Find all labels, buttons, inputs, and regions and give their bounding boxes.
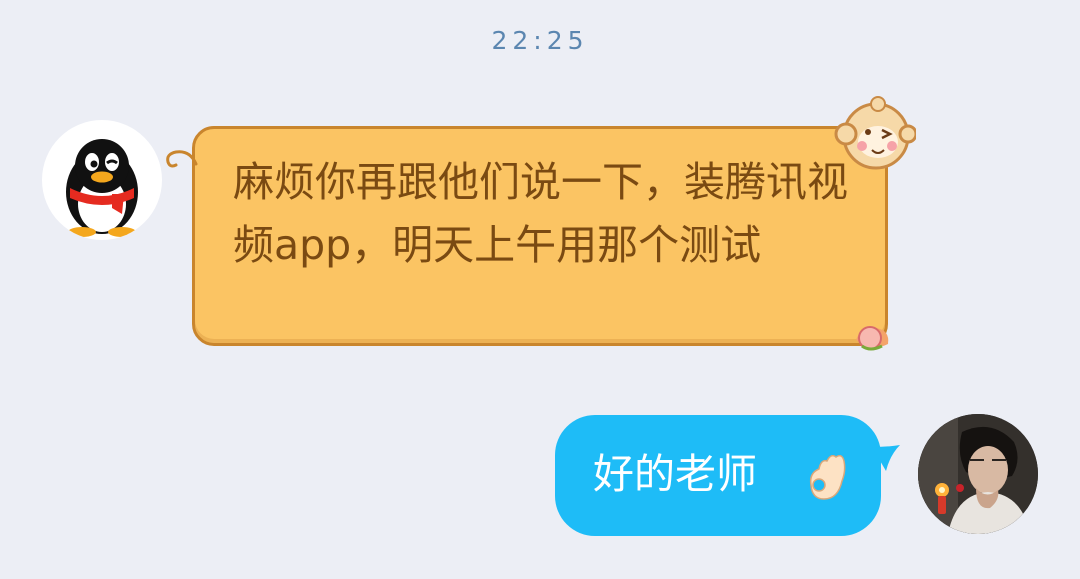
peach-sticker-icon (856, 326, 889, 351)
monkey-sticker-icon (834, 96, 916, 170)
incoming-message-bubble[interactable]: 麻烦你再跟他们说一下，装腾讯视频app，明天上午用那个测试 (192, 126, 888, 346)
outgoing-bubble-tail (872, 445, 900, 471)
chat-timestamp: 22:25 (491, 26, 589, 55)
contact-avatar[interactable] (42, 120, 162, 240)
incoming-message-text: 麻烦你再跟他们说一下，装腾讯视频app，明天上午用那个测试 (233, 158, 848, 269)
bubble-tail-curl-icon (166, 150, 198, 168)
user-photo-avatar (918, 414, 1038, 534)
my-avatar[interactable] (918, 414, 1038, 534)
outgoing-message-text: 好的老师 (593, 450, 757, 498)
ok-hand-icon (809, 455, 846, 500)
outgoing-message-bubble[interactable]: 好的老师 (555, 415, 881, 536)
qq-penguin-icon (66, 139, 138, 237)
